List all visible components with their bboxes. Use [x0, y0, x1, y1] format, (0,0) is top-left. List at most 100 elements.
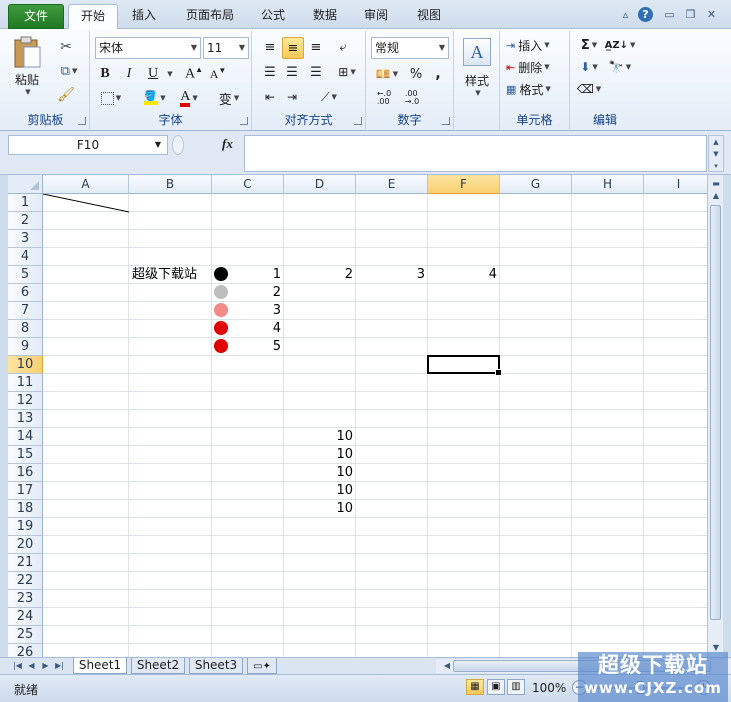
number-format-combo[interactable]: 常规 ▼ — [371, 37, 449, 59]
clear-button[interactable]: ⌫ ▼ — [576, 79, 602, 99]
tab-insert[interactable]: 插入 — [124, 4, 164, 29]
align-bottom-button[interactable]: ≡ — [306, 37, 326, 57]
row-header-19[interactable]: 19 — [8, 518, 43, 536]
minimize-window-icon[interactable]: ▭ — [662, 7, 677, 22]
font-name-combo[interactable]: 宋体 ▼ — [95, 37, 201, 59]
cell-d17[interactable]: 10 — [284, 482, 355, 500]
insert-cells-button[interactable]: ⇥ 插入 ▼ — [506, 35, 566, 55]
normal-view-button[interactable]: ▦ — [466, 679, 484, 695]
bold-button[interactable]: B — [96, 64, 114, 84]
page-break-view-button[interactable]: ▥ — [507, 679, 525, 695]
prev-sheet-button[interactable]: ◀ — [26, 659, 37, 673]
active-cell-outline[interactable] — [427, 355, 502, 376]
row-header-2[interactable]: 2 — [8, 212, 43, 230]
fill-button[interactable]: ⬇ ▼ — [576, 57, 602, 77]
copy-button[interactable]: ⧉ ▼ — [54, 61, 84, 81]
sort-filter-button[interactable]: A̲Z↓ ▼ — [605, 35, 636, 55]
format-cells-button[interactable]: ▦ 格式 ▼ — [506, 79, 566, 99]
row-header-17[interactable]: 17 — [8, 482, 43, 500]
row-header-14[interactable]: 14 — [8, 428, 43, 446]
decrease-indent-button[interactable]: ⇤ — [260, 87, 280, 107]
row-header-25[interactable]: 25 — [8, 626, 43, 644]
column-header-b[interactable]: B — [129, 175, 212, 194]
row-header-13[interactable]: 13 — [8, 410, 43, 428]
row-header-1[interactable]: 1 — [8, 194, 43, 212]
first-sheet-button[interactable]: |◀ — [12, 659, 23, 673]
next-sheet-button[interactable]: ▶ — [40, 659, 51, 673]
align-middle-button[interactable]: ≡ — [282, 37, 304, 59]
sheet-tab-3[interactable]: Sheet3 — [189, 658, 243, 674]
close-window-icon[interactable]: ✕ — [704, 7, 719, 22]
paste-button[interactable]: 粘贴 ▼ — [8, 33, 46, 97]
row-header-5[interactable]: 5 — [8, 266, 43, 284]
align-left-button[interactable]: ☰ — [260, 62, 280, 82]
row-header-16[interactable]: 16 — [8, 464, 43, 482]
row-header-4[interactable]: 4 — [8, 248, 43, 266]
tab-formulas[interactable]: 公式 — [252, 4, 294, 29]
cell-d14[interactable]: 10 — [284, 428, 355, 446]
row-header-23[interactable]: 23 — [8, 590, 43, 608]
column-header-f[interactable]: F — [428, 175, 500, 194]
tab-page-layout[interactable]: 页面布局 — [178, 4, 242, 29]
column-header-d[interactable]: D — [284, 175, 356, 194]
tab-review[interactable]: 审阅 — [355, 4, 397, 29]
insert-sheet-button[interactable]: ▭✦ — [247, 658, 277, 674]
cell-d18[interactable]: 10 — [284, 500, 355, 518]
fill-color-button[interactable]: 🪣 ▼ — [140, 88, 170, 108]
tab-file[interactable]: 文件 — [8, 4, 64, 29]
underline-button[interactable]: U — [144, 64, 162, 84]
column-header-c[interactable]: C — [212, 175, 284, 194]
formula-input[interactable] — [244, 135, 707, 172]
shrink-font-button[interactable]: A▼ — [208, 64, 228, 84]
column-header-e[interactable]: E — [356, 175, 428, 194]
italic-button[interactable]: I — [120, 64, 138, 84]
tab-view[interactable]: 视图 — [408, 4, 450, 29]
borders-button[interactable]: ▼ — [96, 88, 126, 108]
restore-window-icon[interactable]: ❐ — [683, 7, 698, 22]
format-painter-button[interactable]: 🖌 — [54, 85, 78, 105]
row-header-11[interactable]: 11 — [8, 374, 43, 392]
row-header-21[interactable]: 21 — [8, 554, 43, 572]
cell-d5[interactable]: 2 — [284, 266, 355, 284]
autosum-button[interactable]: Σ ▼ — [576, 35, 602, 55]
name-box[interactable]: F10 ▼ — [8, 135, 168, 155]
sheet-tab-2[interactable]: Sheet2 — [131, 658, 185, 674]
number-launcher-icon[interactable] — [442, 117, 450, 125]
orientation-button[interactable]: ⟋ ▼ — [314, 87, 344, 107]
scroll-left-button[interactable]: ◀ — [440, 659, 454, 673]
help-icon[interactable]: ? — [638, 7, 653, 22]
align-right-button[interactable]: ☰ — [306, 62, 326, 82]
column-header-h[interactable]: H — [572, 175, 644, 194]
vertical-scrollbar[interactable]: ▬ ▲ ▼ — [707, 175, 723, 657]
find-select-button[interactable]: 🔭 ▼ — [606, 57, 634, 77]
last-sheet-button[interactable]: ▶| — [54, 659, 65, 673]
sheet-tab-1[interactable]: Sheet1 — [73, 658, 127, 674]
page-layout-view-button[interactable]: ▣ — [487, 679, 505, 695]
column-header-i[interactable]: I — [644, 175, 707, 194]
worksheet-grid[interactable]: A B C D E F G H I 1 2 3 4 5 6 7 8 9 10 11 12 13 14 15 16 17 18 19 20… — [8, 175, 707, 657]
insert-function-button[interactable]: fx — [222, 136, 233, 152]
align-center-button[interactable]: ☰ — [282, 62, 302, 82]
cell-d16[interactable]: 10 — [284, 464, 355, 482]
row-header-8[interactable]: 8 — [8, 320, 43, 338]
percent-button[interactable]: % — [406, 64, 426, 84]
align-top-button[interactable]: ≡ — [260, 37, 280, 57]
cell-e5[interactable]: 3 — [356, 266, 427, 284]
minimize-ribbon-icon[interactable]: ▵ — [618, 7, 633, 22]
tab-home[interactable]: 开始 — [68, 4, 118, 30]
row-header-12[interactable]: 12 — [8, 392, 43, 410]
font-color-button[interactable]: A ▼ — [174, 88, 204, 108]
font-size-combo[interactable]: 11 ▼ — [203, 37, 249, 59]
font-launcher-icon[interactable] — [240, 117, 248, 125]
column-header-a[interactable]: A — [43, 175, 129, 194]
chevron-down-icon[interactable]: ▼ — [155, 136, 161, 154]
merge-center-button[interactable]: ⊞ ▼ — [332, 62, 362, 82]
cut-button[interactable]: ✂ — [54, 37, 78, 57]
underline-dropdown[interactable]: ▼ — [164, 64, 174, 84]
cell-d15[interactable]: 10 — [284, 446, 355, 464]
row-header-26[interactable]: 26 — [8, 644, 43, 657]
row-header-10[interactable]: 10 — [8, 356, 43, 374]
formula-bar-scroll[interactable]: ▲ ▼ ▾ — [708, 135, 724, 172]
row-header-6[interactable]: 6 — [8, 284, 43, 302]
alignment-launcher-icon[interactable] — [354, 117, 362, 125]
